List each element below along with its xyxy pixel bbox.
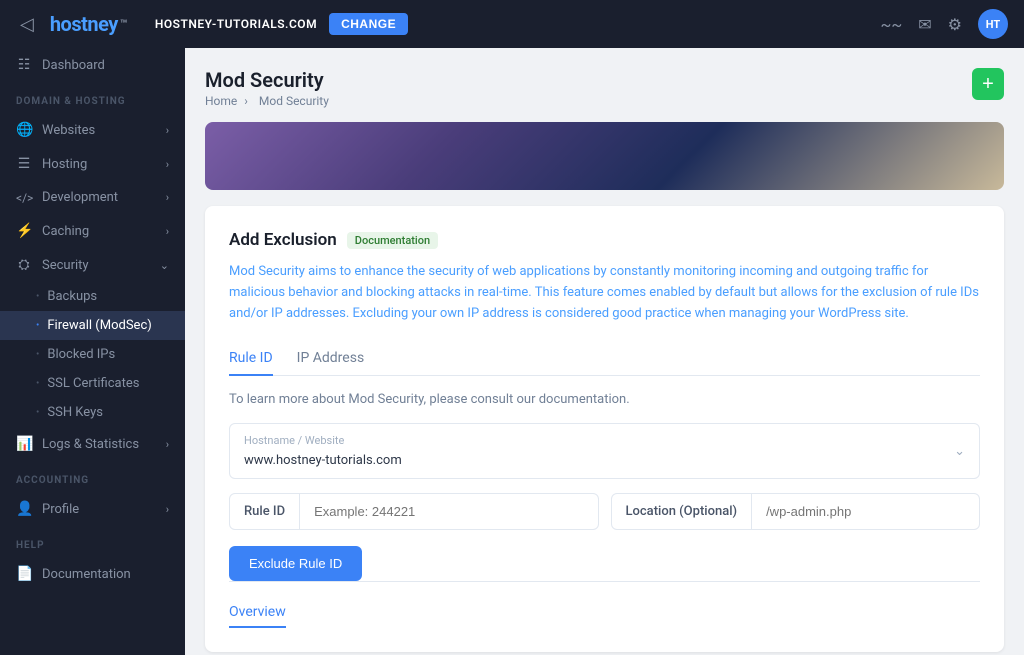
documentation-badge[interactable]: Documentation [347, 232, 438, 249]
rule-id-group: Rule ID [229, 493, 599, 530]
location-input[interactable] [752, 494, 979, 529]
card-title-row: Add Exclusion Documentation [229, 230, 980, 250]
hostname-label: Hostname / Website [244, 434, 402, 447]
chevron-right-icon: › [166, 438, 169, 451]
sidebar-item-development[interactable]: </> Development › [0, 181, 185, 214]
tab-ip-address[interactable]: IP Address [297, 342, 365, 376]
settings-icon[interactable]: ⚙ [948, 15, 962, 34]
sidebar-item-hosting[interactable]: ☰ Hosting › [0, 147, 185, 181]
mail-icon[interactable]: ✉ [918, 15, 931, 34]
security-icon: ⛭ [16, 257, 32, 273]
decorative-banner [205, 122, 1004, 190]
chevron-right-icon: › [166, 191, 169, 204]
accounting-section-label: ACCOUNTING [0, 461, 185, 492]
sidebar-item-security[interactable]: ⛭ Security ⌄ [0, 248, 185, 282]
exclusion-tabs: Rule ID IP Address [229, 342, 980, 376]
description-text: Mod Security aims to enhance the securit… [229, 262, 980, 324]
breadcrumb-current: Mod Security [259, 94, 329, 108]
current-domain: HOSTNEY-TUTORIALS.COM [155, 17, 317, 31]
main-content: Mod Security Home › Mod Security + Add E… [185, 48, 1024, 655]
top-navigation: ◁ hostney™ HOSTNEY-TUTORIALS.COM CHANGE … [0, 0, 1024, 48]
topnav-actions: ~~ ✉ ⚙ HT [880, 9, 1008, 39]
hostname-field-content: Hostname / Website www.hostney-tutorials… [244, 434, 402, 468]
change-domain-button[interactable]: CHANGE [329, 13, 408, 35]
sidebar: ☷ Dashboard DOMAIN & HOSTING 🌐 Websites … [0, 48, 185, 655]
logs-icon: 📊 [16, 436, 32, 452]
overview-section: Overview [229, 581, 980, 628]
chevron-right-icon: › [166, 124, 169, 137]
sidebar-item-caching[interactable]: ⚡ Caching › [0, 214, 185, 248]
add-exclusion-card: Add Exclusion Documentation Mod Security… [205, 206, 1004, 652]
domain-hosting-section-label: DOMAIN & HOSTING [0, 82, 185, 113]
chevron-right-icon: › [166, 225, 169, 238]
sidebar-item-blocked-ips[interactable]: Blocked IPs [0, 340, 185, 369]
location-group: Location (Optional) [611, 493, 981, 530]
dashboard-icon: ☷ [16, 57, 32, 73]
hostname-chevron-icon: ⌄ [954, 444, 965, 459]
exclude-rule-id-button[interactable]: Exclude Rule ID [229, 546, 362, 581]
sidebar-item-ssl[interactable]: SSL Certificates [0, 369, 185, 398]
chevron-right-icon: › [166, 158, 169, 171]
activity-icon[interactable]: ~~ [880, 15, 902, 34]
profile-icon: 👤 [16, 501, 32, 517]
sidebar-item-documentation[interactable]: 📄 Documentation [0, 557, 185, 591]
hostname-value: www.hostney-tutorials.com [244, 453, 402, 468]
page-title: Mod Security [205, 68, 333, 92]
help-section-label: HELP [0, 526, 185, 557]
breadcrumb-separator: › [244, 94, 248, 108]
sidebar-item-profile[interactable]: 👤 Profile › [0, 492, 185, 526]
location-label: Location (Optional) [612, 494, 753, 529]
chevron-right-icon: › [166, 503, 169, 516]
development-icon: </> [16, 191, 32, 205]
websites-icon: 🌐 [16, 122, 32, 138]
info-text: To learn more about Mod Security, please… [229, 392, 980, 407]
page-header-left: Mod Security Home › Mod Security [205, 68, 333, 108]
tab-rule-id[interactable]: Rule ID [229, 342, 273, 376]
documentation-icon: 📄 [16, 566, 32, 582]
logo: hostney™ [50, 12, 127, 36]
add-button[interactable]: + [972, 68, 1004, 100]
sidebar-item-logs[interactable]: 📊 Logs & Statistics › [0, 427, 185, 461]
chevron-down-icon: ⌄ [160, 259, 169, 272]
caching-icon: ⚡ [16, 223, 32, 239]
card-title: Add Exclusion [229, 230, 337, 250]
sidebar-item-websites[interactable]: 🌐 Websites › [0, 113, 185, 147]
sidebar-item-backups[interactable]: Backups [0, 282, 185, 311]
overview-tab-row: Overview [229, 598, 980, 628]
breadcrumb-home[interactable]: Home [205, 94, 237, 108]
rule-id-input[interactable] [300, 494, 597, 529]
menu-toggle[interactable]: ◁ [16, 10, 38, 39]
breadcrumb: Home › Mod Security [205, 94, 333, 108]
avatar[interactable]: HT [978, 9, 1008, 39]
hosting-icon: ☰ [16, 156, 32, 172]
rule-location-row: Rule ID Location (Optional) [229, 493, 980, 530]
rule-id-label: Rule ID [230, 494, 300, 529]
sidebar-item-ssh[interactable]: SSH Keys [0, 398, 185, 427]
sidebar-item-dashboard[interactable]: ☷ Dashboard [0, 48, 185, 82]
tab-overview[interactable]: Overview [229, 598, 286, 628]
page-header: Mod Security Home › Mod Security + [205, 68, 1004, 108]
hostname-field[interactable]: Hostname / Website www.hostney-tutorials… [229, 423, 980, 479]
sidebar-item-firewall[interactable]: Firewall (ModSec) [0, 311, 185, 340]
